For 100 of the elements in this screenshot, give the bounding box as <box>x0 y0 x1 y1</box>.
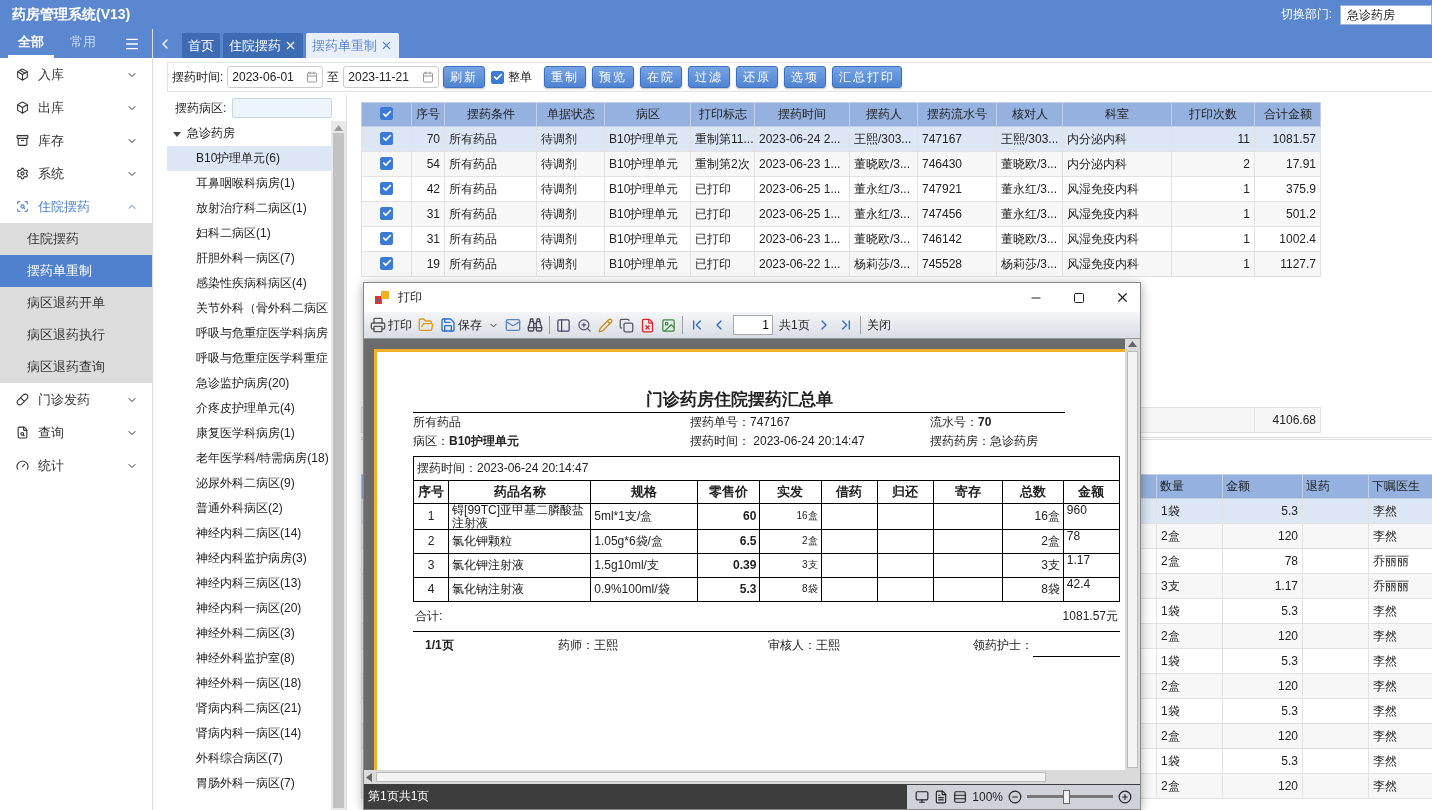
tree-item[interactable]: 泌尿外科二病区(9) <box>167 471 331 496</box>
tab[interactable]: 住院摆药 <box>223 33 303 58</box>
close-icon[interactable] <box>1115 290 1130 305</box>
print-button[interactable]: 打印 <box>370 316 412 334</box>
tree-item[interactable]: 胃肠外科一病区(7) <box>167 771 331 796</box>
checkbox[interactable] <box>380 131 393 145</box>
checkbox[interactable] <box>380 156 393 170</box>
submenu-item[interactable]: 病区退药开单 <box>0 287 152 319</box>
column-header[interactable]: 摆药条件 <box>444 102 537 127</box>
column-header[interactable] <box>361 102 412 127</box>
table-row[interactable]: 42 所有药品 待调剂 B10护理单元 已打印 2023-06-25 1... 董永红/3... 747921 董永红/3... 风湿免疫内科 1 375.9 <box>361 176 1321 202</box>
tab[interactable]: 首页 <box>182 33 220 58</box>
checkbox[interactable] <box>380 181 393 195</box>
tree-item[interactable]: 肝胆外科一病区(7) <box>167 246 331 271</box>
tree-item[interactable]: 神经内科一病区(20) <box>167 596 331 621</box>
column-header[interactable]: 合计金额 <box>1254 102 1321 127</box>
tree-item[interactable]: 神经内科二病区(14) <box>167 521 331 546</box>
table-row[interactable]: 31 所有药品 待调剂 B10护理单元 已打印 2023-06-25 1... 董永红/3... 747456 董永红/3... 风湿免疫内科 1 501.2 <box>361 201 1321 227</box>
folder-icon[interactable] <box>418 317 434 333</box>
tree-item[interactable]: 神经外科监护室(8) <box>167 646 331 671</box>
maximize-icon[interactable] <box>1073 291 1085 304</box>
scroll-up-arrow-icon[interactable] <box>1128 341 1137 347</box>
tree-item[interactable]: 神经内科监护病房(3) <box>167 546 331 571</box>
submenu-item[interactable]: 病区退药查询 <box>0 351 152 383</box>
zoom-icon[interactable] <box>577 317 592 333</box>
ward-filter-input[interactable] <box>232 98 333 118</box>
tree-item[interactable]: 关节外科（骨外科二病区 <box>167 296 331 321</box>
zoom-out-icon[interactable] <box>1008 789 1022 804</box>
tree-item[interactable]: 放射治疗科二病区(1) <box>167 196 331 221</box>
scrollbar[interactable] <box>331 121 346 810</box>
column-header[interactable]: 核对人 <box>996 102 1063 127</box>
column-header[interactable]: 摆药时间 <box>754 102 850 127</box>
table-row[interactable]: 70 所有药品 待调剂 B10护理单元 重制第11... 2023-06-24 2... 王熙/303... 747167 王熙/303... 内分泌内科 11 1081.57 <box>361 126 1321 152</box>
report-cell: 1.17 <box>1063 553 1120 578</box>
pencil-icon[interactable] <box>598 317 613 333</box>
save-button[interactable]: 保存 <box>440 316 482 334</box>
table-row[interactable]: 19 所有药品 待调剂 B10护理单元 已打印 2023-06-22 1... 杨莉莎/3... 745528 杨莉莎/3... 风湿免疫内科 1 1127.7 <box>361 251 1321 277</box>
column-header[interactable]: 退药 <box>1302 474 1369 499</box>
table-row[interactable]: 31 所有药品 待调剂 B10护理单元 已打印 2023-06-23 1... 董晓欧/3... 746142 董晓欧/3... 风湿免疫内科 1 1002.4 <box>361 226 1321 252</box>
date-field[interactable]: 2023-06-01 <box>227 66 324 88</box>
checkbox[interactable] <box>380 231 393 245</box>
tree-item[interactable]: 神经外科一病区(18) <box>167 671 331 696</box>
tree-item[interactable]: 耳鼻咽喉科病房(1) <box>167 171 331 196</box>
page-icon[interactable] <box>934 789 949 804</box>
tree-item[interactable]: 急诊监护病房(20) <box>167 371 331 396</box>
tree-item[interactable]: 感染性疾病科病区(4) <box>167 271 331 296</box>
zoom-in-icon[interactable] <box>1118 789 1132 804</box>
picture-icon[interactable] <box>661 317 676 333</box>
column-header[interactable]: 单据状态 <box>536 102 605 127</box>
file-x-icon[interactable] <box>640 317 655 333</box>
tree-node[interactable]: 急诊药房 <box>167 121 331 146</box>
tree-item[interactable]: 普通外科病区(2) <box>167 496 331 521</box>
monitor-icon[interactable] <box>915 789 930 804</box>
tree-item[interactable]: 神经外科二病区(3) <box>167 621 331 646</box>
column-header[interactable]: 病区 <box>604 102 691 127</box>
tree-item[interactable]: 妇科二病区(1) <box>167 221 331 246</box>
table-cell: 2盒 <box>1156 623 1223 649</box>
binoculars-icon[interactable] <box>527 317 543 333</box>
column-header[interactable]: 打印标志 <box>690 102 755 127</box>
submenu-item[interactable]: 住院摆药 <box>0 223 152 255</box>
table-cell: 待调剂 <box>536 126 605 152</box>
checkbox[interactable] <box>380 206 393 220</box>
tree-item[interactable]: 肾病内科二病区(21) <box>167 696 331 721</box>
tree-item[interactable]: 康复医学科病房(1) <box>167 421 331 446</box>
column-header[interactable]: 科室 <box>1062 102 1172 127</box>
tree-item[interactable]: 外科综合病区(7) <box>167 746 331 771</box>
tree-item[interactable]: 神经内科三病区(13) <box>167 571 331 596</box>
mail-icon[interactable] <box>505 317 521 333</box>
checkbox[interactable] <box>380 256 393 270</box>
panel-icon[interactable] <box>556 317 571 333</box>
scroll-up-arrow-icon[interactable] <box>334 125 343 131</box>
scroll-left-arrow-icon[interactable] <box>366 772 372 782</box>
column-header[interactable]: 金额 <box>1222 474 1303 499</box>
column-header[interactable]: 摆药流水号 <box>917 102 997 127</box>
tree-item[interactable]: 介疼皮护理单元(4) <box>167 396 331 421</box>
department-select[interactable]: 急诊药房 <box>1340 4 1432 25</box>
tree-item[interactable]: 呼吸与危重症医学科病房 <box>167 321 331 346</box>
checkbox[interactable] <box>491 70 505 84</box>
submenu-item[interactable]: 病区退药执行 <box>0 319 152 351</box>
checkbox[interactable] <box>380 107 393 121</box>
column-header[interactable]: 下嘱医生 <box>1368 474 1432 499</box>
tree-item[interactable]: B10护理单元(6) <box>167 146 331 171</box>
column-header[interactable]: 数量 <box>1156 474 1223 499</box>
tree-item[interactable]: 呼吸与危重症医学科重症 <box>167 346 331 371</box>
zoom-slider-thumb[interactable] <box>1062 789 1070 804</box>
tree-item[interactable]: 肾病内科一病区(14) <box>167 721 331 746</box>
submenu-item[interactable]: 摆药单重制 <box>0 255 152 287</box>
date-field[interactable]: 2023-11-21 <box>343 66 440 88</box>
column-header[interactable]: 打印次数 <box>1171 102 1255 127</box>
horizontal-scrollbar[interactable] <box>364 770 1140 784</box>
column-header[interactable]: 序号 <box>411 102 445 127</box>
page-number-field[interactable]: 1 <box>733 315 773 335</box>
column-header[interactable]: 摆药人 <box>849 102 918 127</box>
tree-item[interactable]: 老年医学科/特需病房(18) <box>167 446 331 471</box>
vertical-scrollbar[interactable] <box>1125 339 1140 770</box>
close-button[interactable]: 关闭 <box>866 316 891 334</box>
rows-icon[interactable] <box>953 789 968 804</box>
copy-icon[interactable] <box>619 317 634 333</box>
zoom-slider[interactable] <box>1027 789 1113 804</box>
table-row[interactable]: 54 所有药品 待调剂 B10护理单元 重制第2次 2023-06-23 1... 董晓欧/3... 746430 董晓欧/3... 内分泌内科 2 17.91 <box>361 151 1321 177</box>
